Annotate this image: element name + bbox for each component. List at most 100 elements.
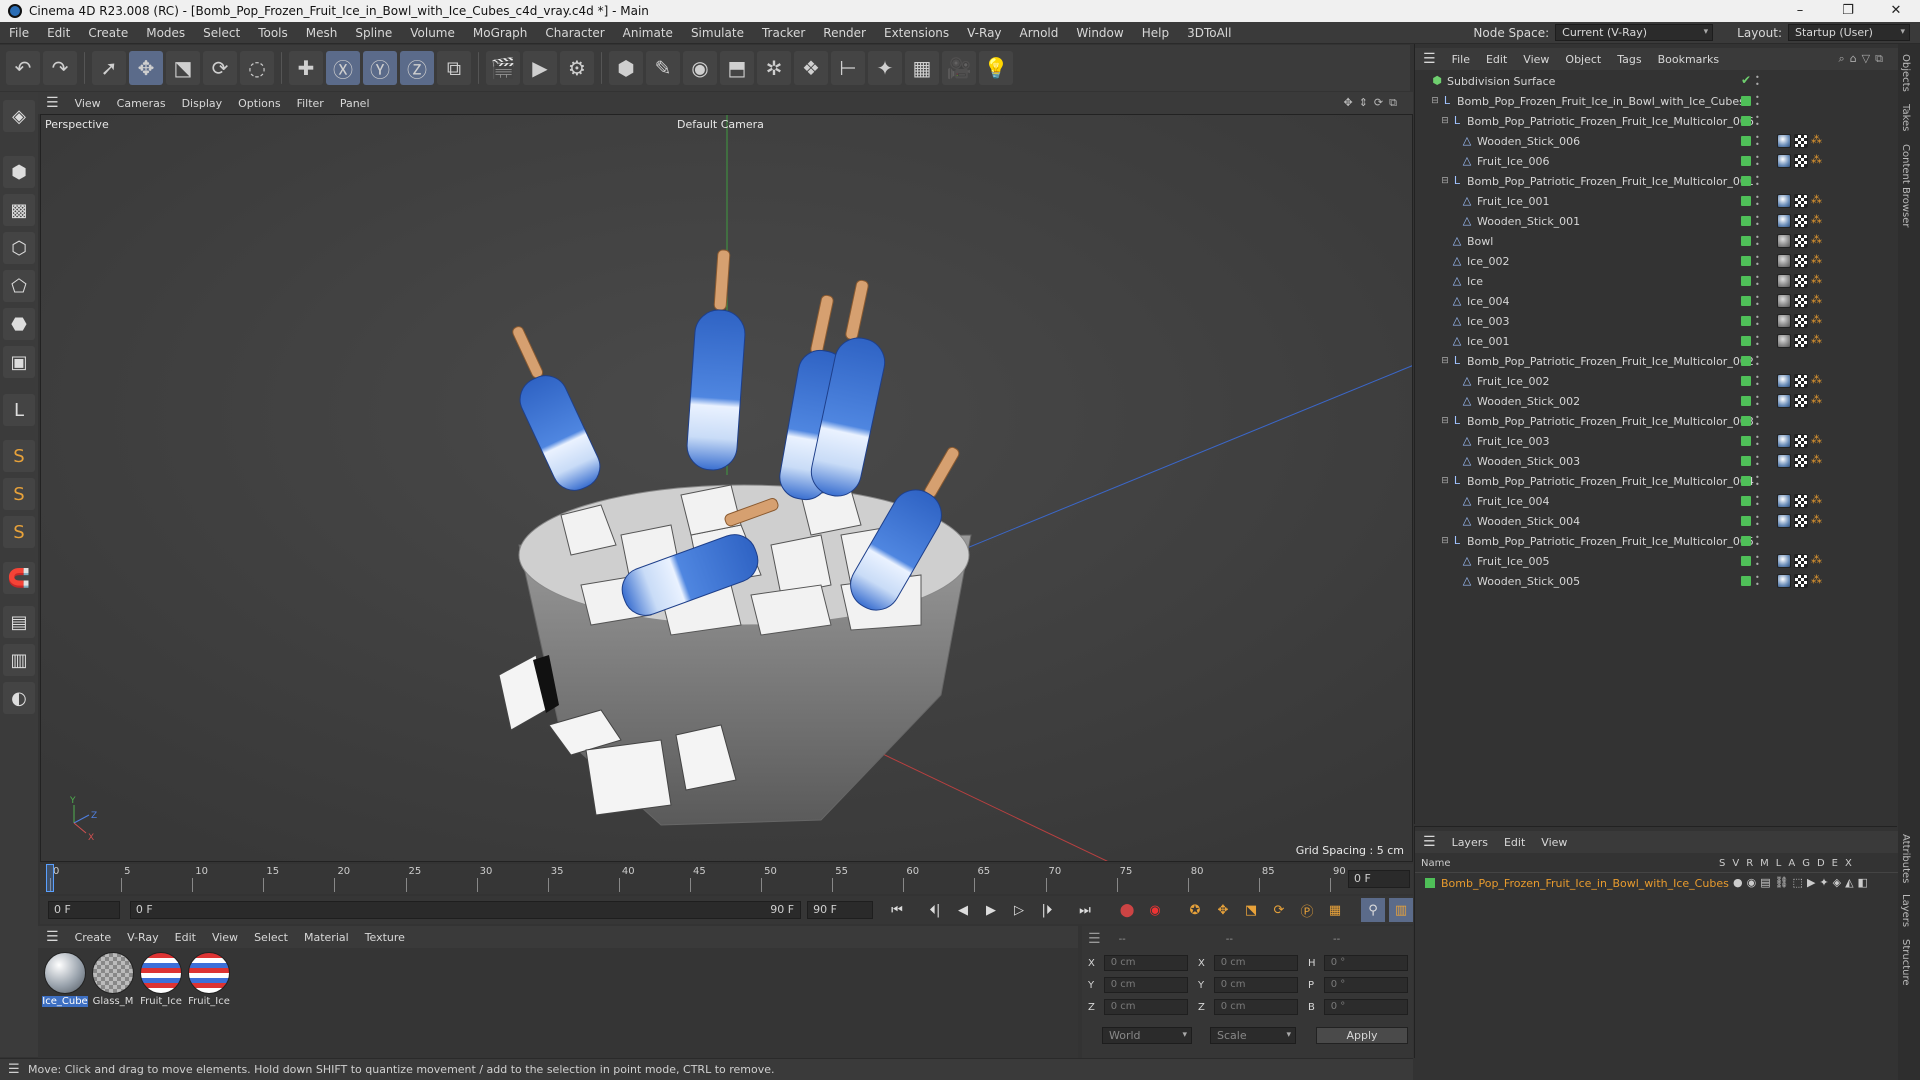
create-icon[interactable]: ✚ — [289, 51, 323, 85]
material-tag-icon[interactable] — [1777, 394, 1791, 408]
record-keys-icon[interactable]: ⬤ — [1115, 898, 1139, 922]
key-rotation-icon[interactable]: ⟳ — [1267, 898, 1291, 922]
vray-tag-icon[interactable]: ⁂ — [1811, 334, 1822, 348]
object-row[interactable]: △ Fruit_Ice_001 • • ⁂ — [1415, 192, 1898, 212]
menu-extensions[interactable]: Extensions — [875, 22, 958, 44]
layer-color-indicator[interactable] — [1741, 136, 1751, 146]
vray-tag-icon[interactable]: ⁂ — [1811, 374, 1822, 388]
visibility-dots-icon[interactable]: • • — [1755, 74, 1760, 89]
vray-tag-icon[interactable]: ⁂ — [1811, 514, 1822, 528]
object-row[interactable]: △ Ice_002 • • ⁂ — [1415, 252, 1898, 272]
hamburger-icon[interactable]: ☰ — [1088, 931, 1101, 947]
layer-color-indicator[interactable] — [1741, 436, 1751, 446]
layer-flag-v[interactable]: V — [1732, 858, 1739, 869]
vray-tag-icon[interactable]: ⁂ — [1811, 274, 1822, 288]
object-row[interactable]: △ Bowl • • ⁂ — [1415, 232, 1898, 252]
object-row[interactable]: ⊟ L Bomb_Pop_Patriotic_Frozen_Fruit_Ice_Mu… — [1415, 112, 1898, 132]
checker-tag-icon[interactable] — [1794, 494, 1808, 508]
axis-icon[interactable]: L — [3, 394, 35, 426]
visibility-dots-icon[interactable]: • • — [1755, 194, 1760, 209]
node-space-dropdown[interactable]: Current (V-Ray) — [1555, 24, 1714, 41]
expand-toggle-icon[interactable]: ⊟ — [1439, 475, 1451, 487]
size-z-field[interactable]: 0 cm — [1213, 999, 1298, 1015]
object-row[interactable]: △ Ice_004 • • ⁂ — [1415, 292, 1898, 312]
vray-tag-icon[interactable]: ⁂ — [1811, 434, 1822, 448]
material-tag-icon[interactable] — [1777, 134, 1791, 148]
visibility-dots-icon[interactable]: • • — [1755, 294, 1760, 309]
layer-menu-layers[interactable]: Layers — [1444, 836, 1496, 849]
key-pla-icon[interactable]: ▦ — [1323, 898, 1347, 922]
object-row[interactable]: ⊟ L Bomb_Pop_Patriotic_Frozen_Fruit_Ice_Mu… — [1415, 172, 1898, 192]
object-row[interactable]: ⊟ L Bomb_Pop_Patriotic_Frozen_Fruit_Ice_Mu… — [1415, 472, 1898, 492]
coordinate-mode-dropdown[interactable]: Scale — [1210, 1026, 1296, 1044]
snap-s3-icon[interactable]: S — [3, 516, 35, 548]
camera-icon[interactable]: 🎥 — [942, 51, 976, 85]
menu-modes[interactable]: Modes — [137, 22, 194, 44]
layer-color-indicator[interactable] — [1741, 256, 1751, 266]
texture-mode-icon[interactable]: ▩ — [3, 194, 35, 226]
checker-tag-icon[interactable] — [1794, 574, 1808, 588]
material-tag-icon[interactable] — [1777, 554, 1791, 568]
position-x-field[interactable]: 0 cm — [1103, 955, 1188, 971]
motion-system-icon[interactable]: ⚲ — [1361, 898, 1385, 922]
menu-spline[interactable]: Spline — [346, 22, 401, 44]
menu-vray[interactable]: V-Ray — [958, 22, 1010, 44]
vray-tag-icon[interactable]: ⁂ — [1811, 574, 1822, 588]
material-swatch-fruit-ice[interactable]: Fruit_Ice — [138, 952, 184, 1007]
checker-tag-icon[interactable] — [1794, 514, 1808, 528]
layout-dropdown[interactable]: Startup (User) — [1788, 24, 1910, 41]
x-axis-icon[interactable]: Ⓧ — [326, 51, 360, 85]
menu-mesh[interactable]: Mesh — [297, 22, 347, 44]
layer-color-swatch[interactable] — [1425, 878, 1435, 888]
key-parameter-icon[interactable]: Ⓟ — [1295, 898, 1319, 922]
menu-create[interactable]: Create — [79, 22, 137, 44]
playhead[interactable] — [46, 864, 54, 892]
render-picture-viewer-icon[interactable]: ▶ — [523, 51, 557, 85]
object-menu-tags[interactable]: Tags — [1609, 53, 1649, 66]
visibility-dots-icon[interactable]: • • — [1755, 394, 1760, 409]
redo-icon[interactable]: ↷ — [43, 51, 77, 85]
layer-color-indicator[interactable] — [1741, 176, 1751, 186]
checker-tag-icon[interactable] — [1794, 454, 1808, 468]
layer-color-indicator[interactable] — [1741, 556, 1751, 566]
hamburger-icon[interactable]: ☰ — [38, 929, 67, 945]
layer-color-indicator[interactable] — [1741, 456, 1751, 466]
visibility-dots-icon[interactable]: • • — [1755, 114, 1760, 129]
vray-tag-icon[interactable]: ⁂ — [1811, 554, 1822, 568]
material-menu-vray[interactable]: V-Ray — [119, 931, 167, 944]
visibility-dots-icon[interactable]: • • — [1755, 174, 1760, 189]
visibility-dots-icon[interactable]: • • — [1755, 354, 1760, 369]
material-tag-icon[interactable] — [1777, 194, 1791, 208]
edges-mode-icon[interactable]: ⬠ — [3, 270, 35, 302]
layer-flag-e[interactable]: E — [1832, 858, 1838, 869]
magnet-icon[interactable]: 🧲 — [3, 562, 35, 594]
undo-icon[interactable]: ↶ — [6, 51, 40, 85]
expand-toggle-icon[interactable]: ⊟ — [1439, 415, 1451, 427]
visibility-dots-icon[interactable]: • • — [1755, 454, 1760, 469]
material-tag-icon[interactable] — [1777, 494, 1791, 508]
enabled-check-icon[interactable]: ✔ — [1741, 73, 1751, 87]
checker-tag-icon[interactable] — [1794, 554, 1808, 568]
material-tag-icon[interactable] — [1777, 454, 1791, 468]
live-select-icon[interactable]: ◌ — [240, 51, 274, 85]
rotate-icon[interactable]: ⟳ — [203, 51, 237, 85]
viewport-menu-panel[interactable]: Panel — [332, 97, 378, 110]
side-tab-structure[interactable]: Structure — [1900, 939, 1911, 986]
menu-render[interactable]: Render — [814, 22, 875, 44]
position-y-field[interactable]: 0 cm — [1103, 977, 1188, 993]
key-position-icon[interactable]: ✥ — [1211, 898, 1235, 922]
menu-window[interactable]: Window — [1067, 22, 1132, 44]
viewport-menu-options[interactable]: Options — [230, 97, 288, 110]
vray-tag-icon[interactable]: ⁂ — [1811, 234, 1822, 248]
layer-color-indicator[interactable] — [1741, 356, 1751, 366]
vray-tag-icon[interactable]: ⁂ — [1811, 134, 1822, 148]
rotation-h-field[interactable]: 0 ° — [1323, 955, 1408, 971]
soft-selection-icon[interactable]: ◐ — [3, 682, 35, 714]
layer-color-indicator[interactable] — [1741, 336, 1751, 346]
material-menu-texture[interactable]: Texture — [357, 931, 413, 944]
next-key-icon[interactable]: |⏵ — [1035, 898, 1059, 922]
layer-color-indicator[interactable] — [1741, 216, 1751, 226]
checker-tag-icon[interactable] — [1794, 154, 1808, 168]
layer-color-indicator[interactable] — [1741, 536, 1751, 546]
cube-icon[interactable]: ⬢ — [609, 51, 643, 85]
